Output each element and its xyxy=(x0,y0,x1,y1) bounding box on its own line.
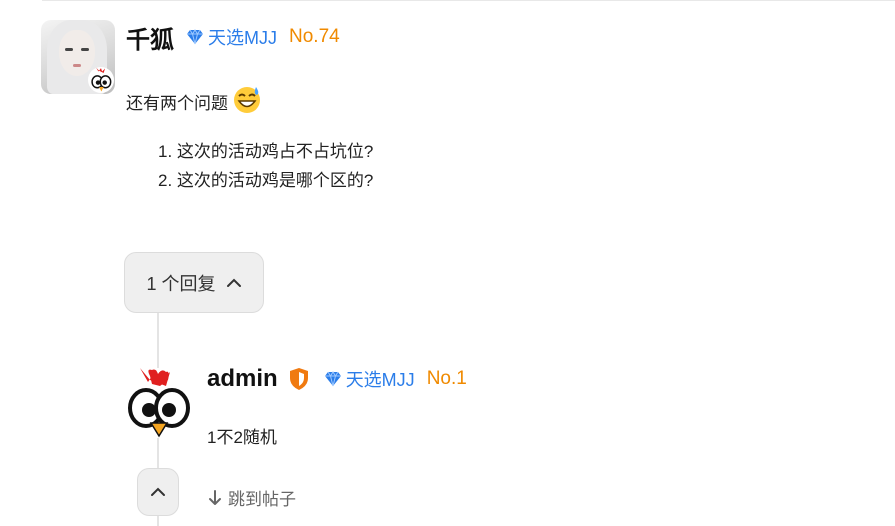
avatar-eye xyxy=(65,48,73,51)
divider xyxy=(42,0,895,1)
avatar[interactable] xyxy=(41,20,115,94)
chicken-avatar-icon[interactable] xyxy=(126,368,192,438)
chevron-up-icon xyxy=(226,278,241,287)
question-list: 1. 这次的活动鸡占不占坑位? 2. 这次的活动鸡是哪个区的? xyxy=(158,137,373,195)
jump-to-post-link[interactable]: 跳到帖子 xyxy=(208,485,296,510)
avatar-lips xyxy=(73,64,81,67)
username[interactable]: admin xyxy=(207,365,278,393)
list-item: 2. 这次的活动鸡是哪个区的? xyxy=(158,171,374,190)
diamond-icon xyxy=(187,29,203,45)
replies-toggle-button[interactable]: 1 个回复 xyxy=(124,252,264,313)
reply-header: admin 天选MJJ No.1 xyxy=(207,363,467,395)
jump-label: 跳到帖子 xyxy=(228,490,296,509)
post-body: 还有两个问题 xyxy=(126,84,262,119)
tier-badge: 天选MJJ xyxy=(186,24,277,50)
replies-count-label: 1 个回复 xyxy=(146,273,216,294)
diamond-icon xyxy=(324,371,341,387)
post-header: 千狐 天选MJJ No.74 xyxy=(126,20,340,55)
reply-text: 1不2随机 xyxy=(207,428,277,447)
tier-badge: 天选MJJ xyxy=(324,366,415,392)
collapse-button[interactable] xyxy=(137,468,179,516)
post-text: 还有两个问题 xyxy=(126,94,228,113)
grinning-sweat-emoji-icon xyxy=(232,84,262,119)
chick-badge-icon xyxy=(88,67,114,93)
username[interactable]: 千狐 xyxy=(126,20,174,55)
arrow-down-icon xyxy=(209,489,221,505)
avatar-eye xyxy=(81,48,89,51)
list-item: 1. 这次的活动鸡占不占坑位? xyxy=(158,142,374,161)
chevron-up-icon xyxy=(151,487,165,496)
rank-number: No.1 xyxy=(426,368,467,389)
tier-label: 天选MJJ xyxy=(208,28,277,48)
admin-shield-icon xyxy=(289,368,308,390)
rank-number: No.74 xyxy=(289,26,340,47)
tier-label: 天选MJJ xyxy=(345,370,415,390)
